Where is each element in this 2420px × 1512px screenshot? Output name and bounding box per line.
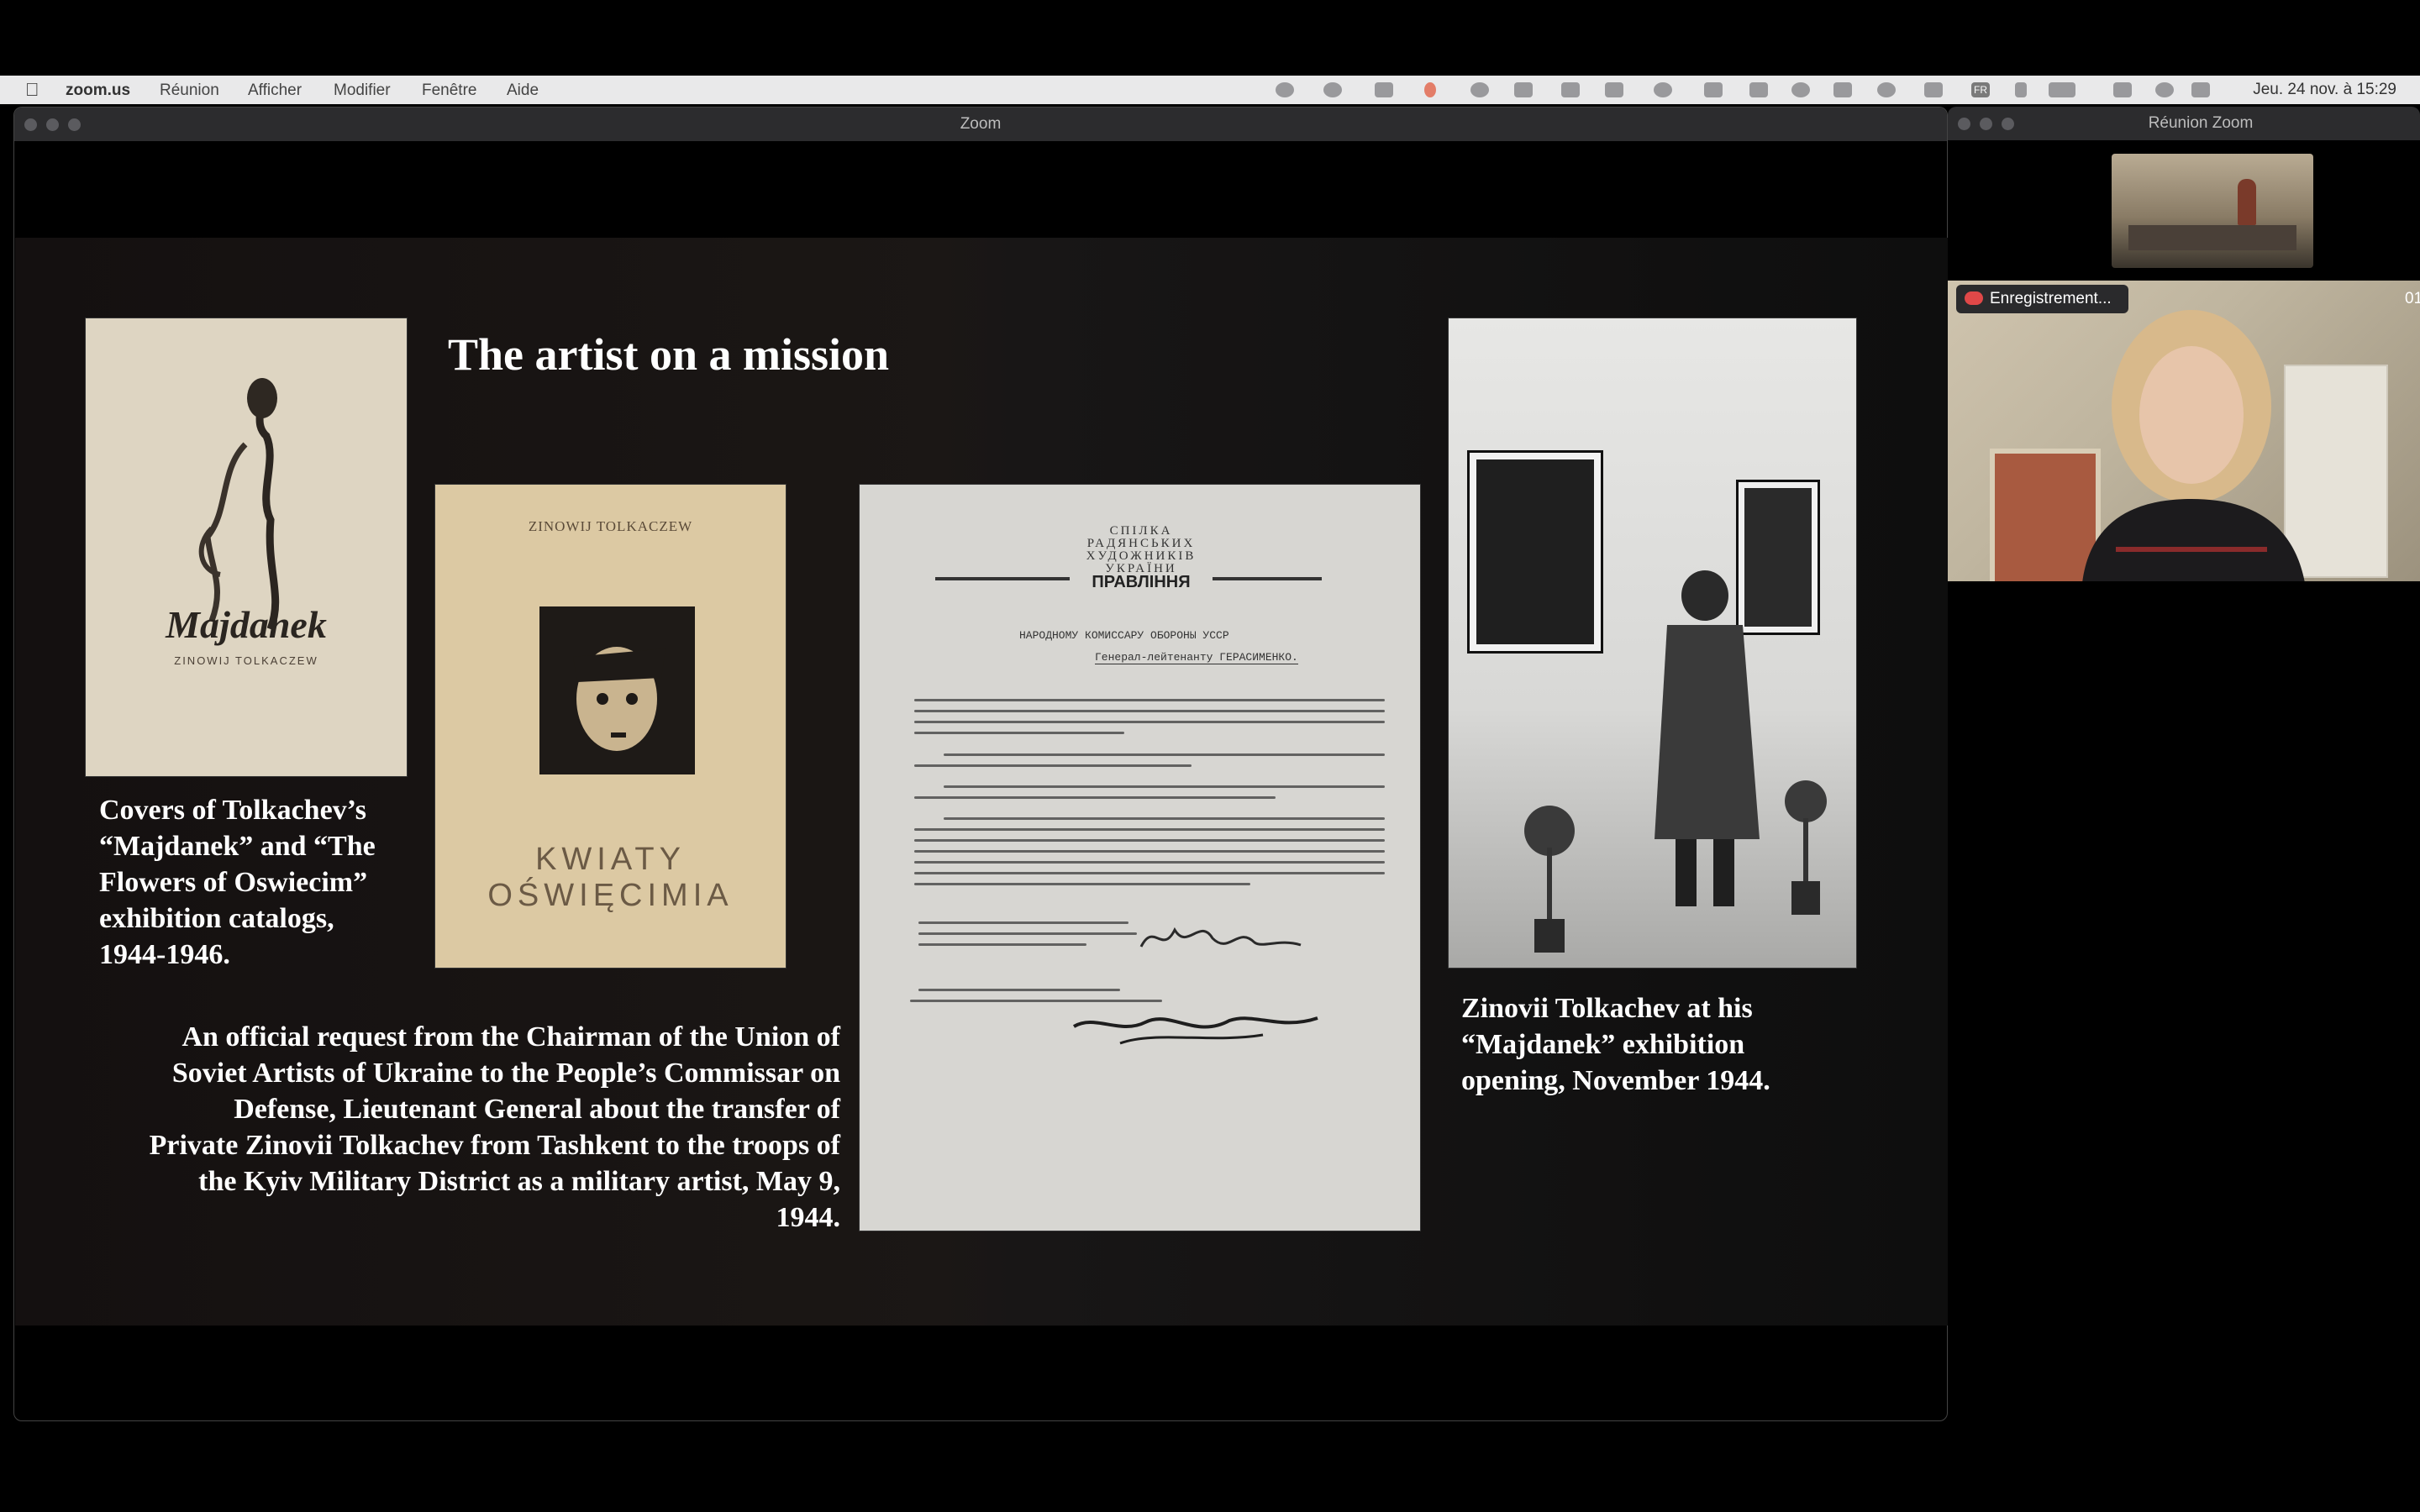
vpn-icon[interactable]	[1654, 82, 1672, 97]
active-speaker-video[interactable]	[1948, 281, 2420, 581]
do-not-disturb-icon[interactable]	[1791, 82, 1810, 97]
battery-icon[interactable]	[2049, 82, 2075, 97]
meeting-panel-titlebar: Réunion Zoom	[1948, 107, 2420, 140]
woodcut-child-portrait-icon	[539, 606, 695, 774]
document-addressee-general: Генерал-лейтенанту ГЕРАСИМЕНКО.	[1095, 651, 1298, 664]
cloud-recording-icon	[1965, 291, 1983, 305]
caption-exhibition-opening: Zinovii Tolkachev at his “Majdanek” exhi…	[1461, 990, 1770, 1099]
creative-cloud-icon[interactable]	[1323, 82, 1342, 97]
caption-bottom-line: Private Zinovii Tolkachev from Tashkent …	[149, 1130, 840, 1161]
kwiaty-oswiecimia-catalog-cover: ZINOWIJ TOLKACZEW KWIATY OŚWIĘCIMIA	[434, 484, 786, 969]
recording-label: Enregistrement...	[1990, 290, 2112, 307]
caption-left-line: 1944-1946.	[99, 939, 230, 970]
participant-video-room-thumbnail[interactable]	[2112, 154, 2313, 268]
figure-sketch-icon	[198, 378, 280, 631]
caption-bottom-line: Defense, Lieutenant General about the tr…	[234, 1094, 840, 1125]
caption-left-line: Flowers of Oswiecim”	[99, 867, 368, 898]
zoom-meeting-panel: Réunion Zoom Enregistrement... 01	[1948, 107, 2420, 1411]
meeting-panel-title: Réunion Zoom	[2148, 114, 2254, 132]
evernote-icon[interactable]	[1749, 82, 1768, 97]
document-addressee: НАРОДНОМУ КОМИССАРУ ОБОРОНЫ УССР	[1019, 629, 1229, 642]
main-window-title: Zoom	[960, 115, 1002, 133]
window-icon[interactable]	[1833, 82, 1852, 97]
caption-official-request: An official request from the Chairman of…	[99, 1019, 840, 1236]
speaker-person	[2082, 310, 2305, 581]
cloud-icon[interactable]	[1375, 82, 1393, 97]
majdanek-cover-author: ZINOWIJ TOLKACZEW	[174, 654, 318, 667]
framed-artwork-left	[1467, 450, 1603, 654]
menubar-clock[interactable]: Jeu. 24 nov. à 15:29	[2253, 81, 2396, 99]
bluetooth-icon[interactable]	[2015, 82, 2027, 97]
caption-left-line: “Majdanek” and “The	[99, 831, 376, 862]
minimize-window-button[interactable]	[46, 118, 59, 131]
caption-right-line: opening, November 1944.	[1461, 1065, 1770, 1096]
shared-screen-slide: The artist on a mission Majdanek ZINOWIJ…	[15, 238, 1948, 1326]
menu-reunion[interactable]: Réunion	[160, 81, 219, 100]
night-mode-icon[interactable]	[1877, 82, 1896, 97]
screenshot-icon[interactable]	[1605, 82, 1623, 97]
letterhead-line1: СПІЛКА	[1109, 524, 1173, 538]
soldier-figure	[1655, 570, 1760, 906]
apple-menu-icon[interactable]: 	[25, 79, 39, 101]
chairman-signature	[1139, 927, 1302, 948]
caption-right-line: “Majdanek” exhibition	[1461, 1029, 1745, 1060]
letterhead-line2: РАДЯНСЬКИХ	[1086, 537, 1196, 550]
macos-menubar:  zoom.us Réunion Afficher Modifier Fenê…	[0, 76, 2420, 104]
potted-plant-right	[1785, 780, 1827, 915]
kwiaty-cover-title-line2: OŚWIĘCIMIA	[487, 878, 734, 913]
kwiaty-cover-title-line1: KWIATY	[535, 842, 686, 877]
caption-bottom-line: Soviet Artists of Ukraine to the People’…	[171, 1058, 840, 1089]
caption-bottom-line: the Kyiv Military District as a military…	[198, 1166, 840, 1197]
menu-afficher[interactable]: Afficher	[248, 81, 302, 100]
majdanek-cover-title: Majdanek	[166, 603, 327, 646]
volume-icon[interactable]	[1924, 82, 1943, 97]
panel-maximize-button[interactable]	[2002, 118, 2014, 130]
majdanek-catalog-cover: Majdanek ZINOWIJ TOLKACZEW	[85, 318, 408, 777]
caption-right-line: Zinovii Tolkachev at his	[1461, 993, 1753, 1024]
caption-catalog-covers: Covers of Tolkachev’s “Majdanek” and “Th…	[99, 792, 376, 973]
document-letterhead: СПІЛКА РАДЯНСЬКИХ ХУДОЖНИКІВ УКРАЇНИ	[1070, 525, 1213, 575]
notification-icon[interactable]	[1424, 82, 1436, 97]
spotlight-search-icon[interactable]	[2155, 82, 2174, 97]
sync-icon[interactable]	[1470, 82, 1489, 97]
panel-close-button[interactable]	[1958, 118, 1970, 130]
maximize-window-button[interactable]	[68, 118, 81, 131]
caption-bottom-line: 1944.	[776, 1202, 841, 1233]
conference-table	[2128, 225, 2296, 250]
app-menu-zoom[interactable]: zoom.us	[66, 81, 130, 100]
letterhead-line3: ХУДОЖНИКІВ	[1086, 549, 1197, 563]
caption-left-line: exhibition catalogs,	[99, 903, 334, 934]
slide-title: The artist on a mission	[448, 329, 890, 380]
dropbox-icon[interactable]	[1561, 82, 1580, 97]
exhibition-opening-photo	[1448, 318, 1857, 969]
potted-plant-left	[1524, 806, 1575, 953]
edge-counter: 01	[2405, 290, 2420, 307]
speaker-figure	[2238, 179, 2256, 225]
mail-icon[interactable]	[1704, 82, 1723, 97]
globe-icon[interactable]	[1276, 82, 1294, 97]
close-window-button[interactable]	[24, 118, 37, 131]
menu-aide[interactable]: Aide	[507, 81, 539, 100]
main-window-titlebar: Zoom	[14, 108, 1947, 141]
control-center-icon[interactable]	[2191, 82, 2210, 97]
kwiaty-cover-author: ZINOWIJ TOLKACZEW	[528, 518, 693, 534]
panel-minimize-button[interactable]	[1980, 118, 1992, 130]
input-language-badge[interactable]: FR	[1971, 82, 1990, 97]
menu-modifier[interactable]: Modifier	[334, 81, 391, 100]
cloud-drive-icon[interactable]	[1514, 82, 1533, 97]
recording-indicator[interactable]: Enregistrement...	[1956, 285, 2128, 313]
letterhead-board: ПРАВЛІННЯ	[1070, 573, 1213, 592]
menu-fenetre[interactable]: Fenêtre	[422, 81, 476, 100]
wifi-icon[interactable]	[2113, 82, 2132, 97]
official-request-document: СПІЛКА РАДЯНСЬКИХ ХУДОЖНИКІВ УКРАЇНИ ПРА…	[859, 484, 1421, 1231]
caption-left-line: Covers of Tolkachev’s	[99, 795, 366, 826]
caption-bottom-line: An official request from the Chairman of…	[182, 1021, 840, 1053]
secretary-signature	[1072, 1016, 1318, 1045]
